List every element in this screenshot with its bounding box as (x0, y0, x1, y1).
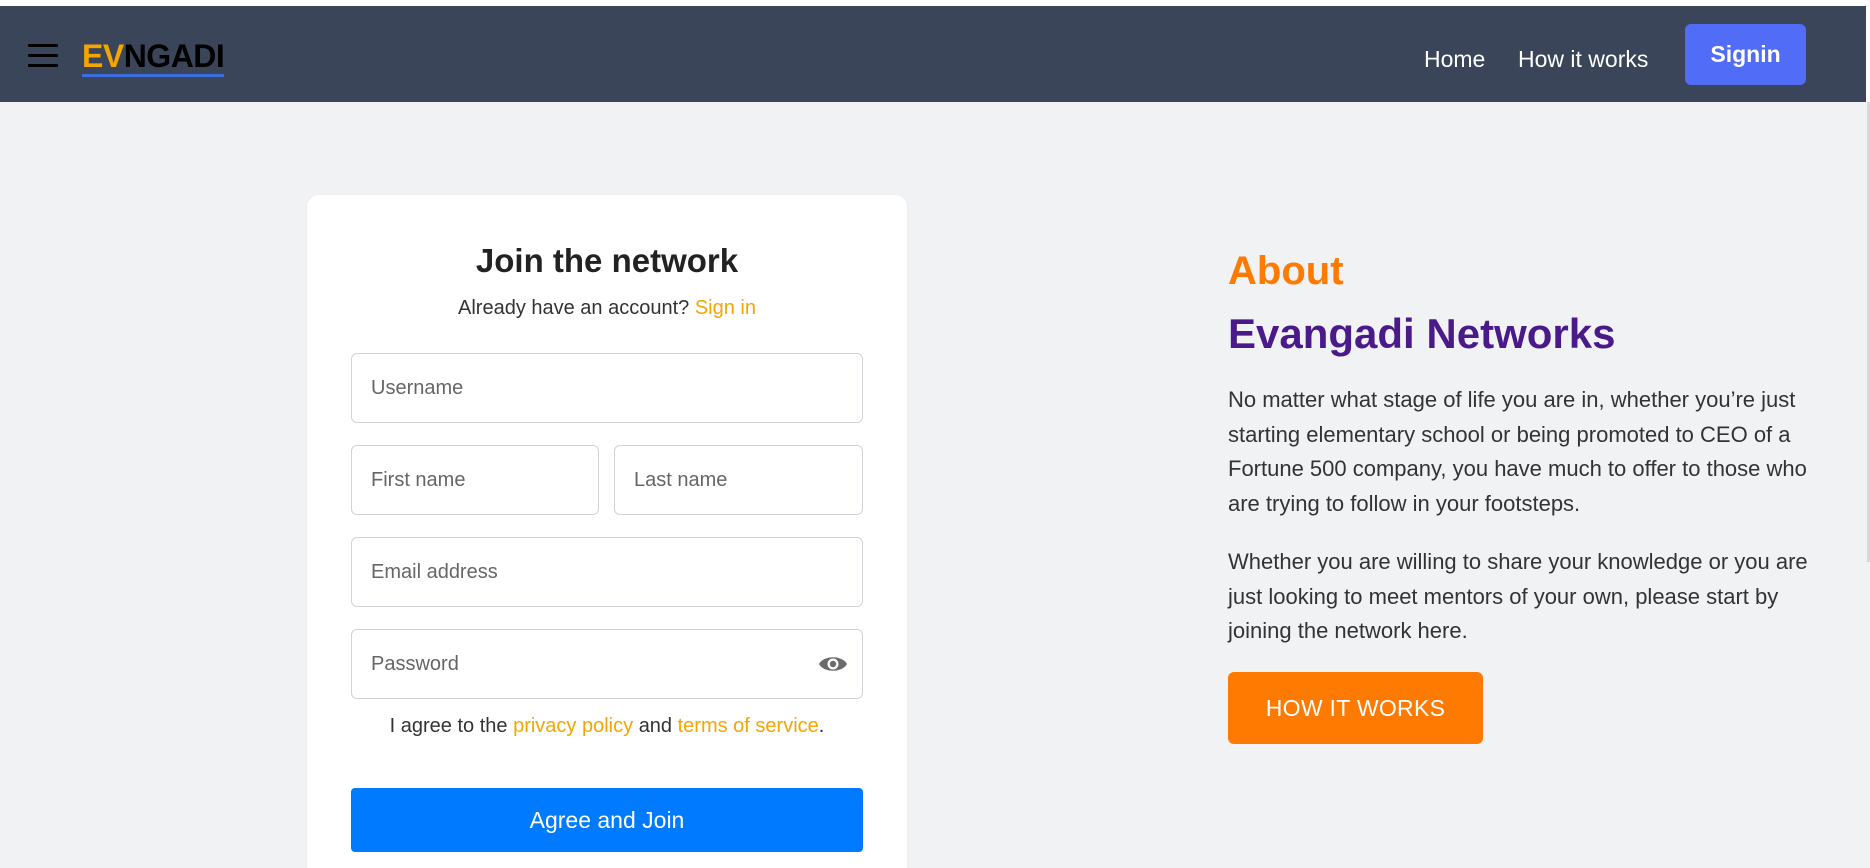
hamburger-icon[interactable] (28, 44, 58, 68)
hamburger-line (28, 64, 58, 67)
last-name-input[interactable] (614, 445, 863, 515)
terms-of-service-link[interactable]: terms of service (678, 715, 819, 737)
agree-and: and (638, 715, 673, 737)
nav-how-it-works-link[interactable]: How it works (1518, 44, 1648, 74)
logo-ev: EV (82, 38, 124, 74)
signin-button[interactable]: Signin (1685, 24, 1806, 85)
agree-terms-text: I agree to the privacy policy and terms … (307, 713, 907, 739)
scrollbar-edge (1866, 6, 1870, 102)
logo-rest: NGADI (123, 38, 225, 74)
agree-prefix: I agree to the (389, 715, 508, 737)
password-input[interactable] (351, 629, 863, 699)
about-paragraph-2: Whether you are willing to share your kn… (1228, 549, 1808, 643)
email-input[interactable] (351, 537, 863, 607)
about-paragraph-1: No matter what stage of life you are in,… (1228, 387, 1807, 516)
signup-card: Join the network Already have an account… (307, 195, 907, 868)
about-title: Evangadi Networks (1228, 310, 1616, 357)
already-account-label: Already have an account? (458, 297, 690, 319)
signup-title: Join the network (475, 242, 739, 279)
eye-icon[interactable] (818, 653, 848, 675)
nav-home-link[interactable]: Home (1424, 44, 1485, 74)
how-it-works-button[interactable]: HOW IT WORKS (1228, 672, 1483, 744)
privacy-policy-link[interactable]: privacy policy (513, 715, 633, 737)
about-label: About (1228, 249, 1344, 293)
username-input[interactable] (351, 353, 863, 423)
agree-suffix: . (818, 715, 825, 737)
already-account-text: Already have an account? Sign in (307, 295, 907, 321)
navbar: EVNGADI Home How it works Signin (0, 6, 1866, 102)
evangadi-logo[interactable]: EVNGADI (82, 36, 225, 77)
signin-link[interactable]: Sign in (695, 297, 756, 319)
agree-and-join-button[interactable]: Agree and Join (351, 788, 863, 852)
first-name-input[interactable] (351, 445, 599, 515)
hamburger-line (28, 44, 58, 47)
hamburger-line (28, 54, 58, 57)
